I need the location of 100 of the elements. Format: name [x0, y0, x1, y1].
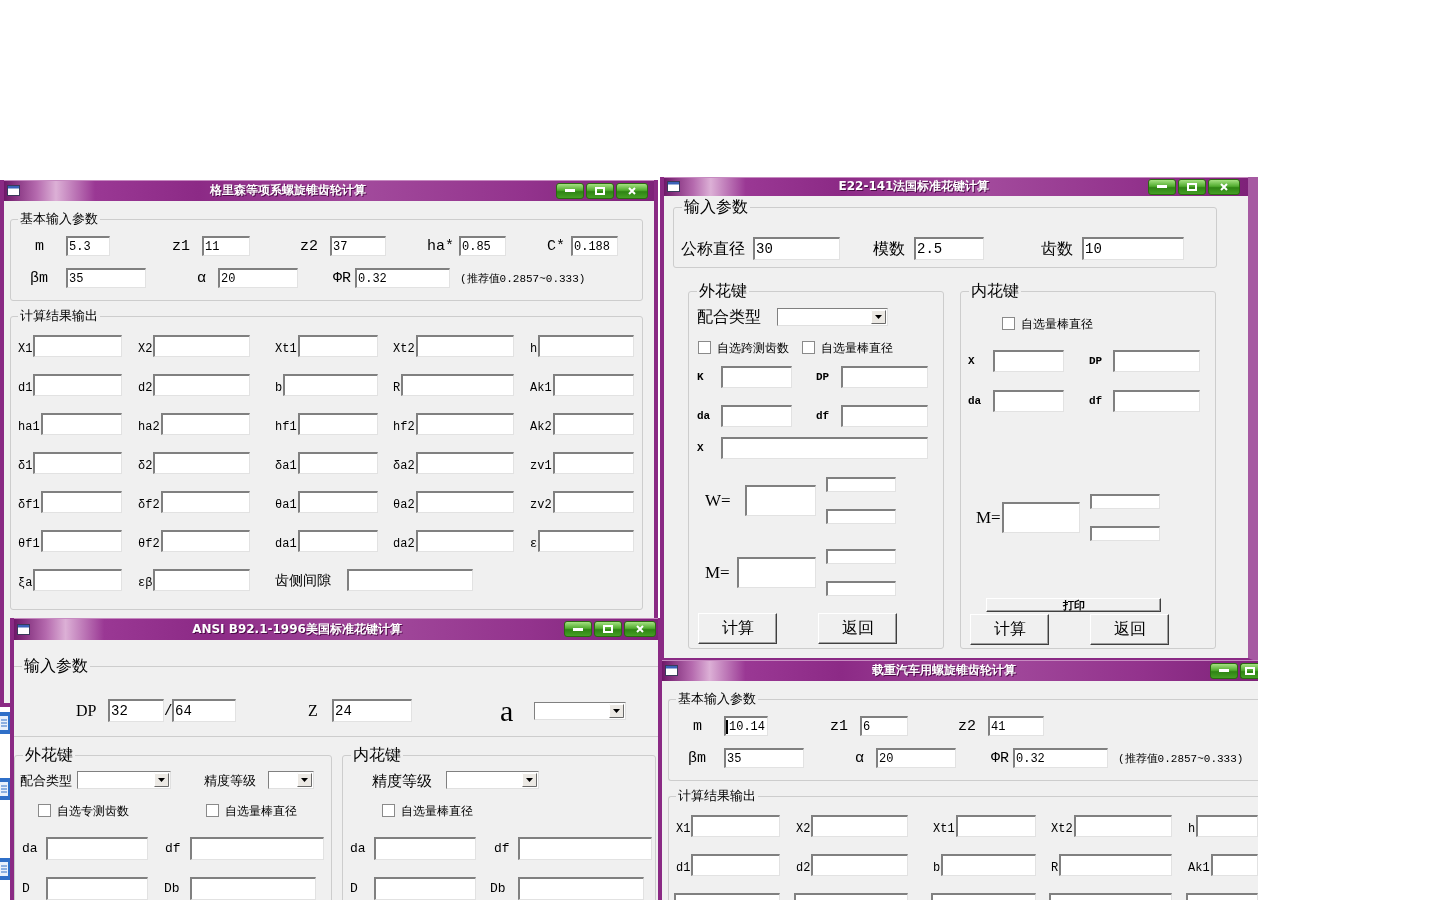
- input-field[interactable]: 0.32: [1013, 748, 1108, 768]
- input-field[interactable]: [160, 530, 250, 552]
- input-field[interactable]: [1002, 502, 1080, 533]
- input-field[interactable]: [46, 877, 148, 900]
- input-field[interactable]: [745, 485, 816, 516]
- input-field[interactable]: [190, 837, 324, 860]
- dropdown[interactable]: [777, 308, 888, 326]
- input-field[interactable]: [153, 569, 250, 591]
- input-field[interactable]: [721, 405, 792, 427]
- maximize-button[interactable]: [1178, 178, 1206, 195]
- back-button[interactable]: 返回: [818, 613, 897, 644]
- minimize-button[interactable]: [556, 182, 584, 199]
- input-field[interactable]: 35: [66, 268, 146, 288]
- input-field[interactable]: 10: [1082, 237, 1184, 260]
- input-field[interactable]: [841, 405, 928, 427]
- input-field[interactable]: [518, 837, 652, 860]
- input-field[interactable]: 11: [202, 236, 250, 256]
- close-button[interactable]: [616, 182, 648, 199]
- input-field[interactable]: [538, 530, 634, 552]
- maximize-button[interactable]: [594, 621, 622, 637]
- close-button[interactable]: [624, 621, 656, 637]
- input-field[interactable]: [415, 413, 514, 435]
- desktop-icon[interactable]: [0, 778, 10, 800]
- dropdown[interactable]: [77, 771, 171, 789]
- input-field[interactable]: [1196, 815, 1258, 837]
- minimize-button[interactable]: [1148, 178, 1176, 195]
- input-field[interactable]: [415, 452, 514, 474]
- input-field[interactable]: [841, 366, 928, 388]
- input-field[interactable]: [283, 374, 378, 396]
- input-field[interactable]: [691, 815, 780, 837]
- back-button[interactable]: 返回: [1090, 614, 1169, 645]
- input-field[interactable]: [691, 854, 780, 876]
- input-field[interactable]: [415, 335, 514, 357]
- input-field[interactable]: [415, 491, 514, 513]
- input-field[interactable]: [811, 854, 908, 876]
- input-field[interactable]: [1113, 350, 1200, 372]
- input-field[interactable]: [721, 437, 928, 459]
- checkbox[interactable]: [206, 804, 219, 817]
- input-field[interactable]: [297, 491, 378, 513]
- close-button[interactable]: [1208, 178, 1240, 195]
- maximize-button[interactable]: [1240, 662, 1258, 679]
- input-field[interactable]: [33, 569, 122, 591]
- input-field[interactable]: [347, 569, 473, 591]
- input-field[interactable]: [1113, 390, 1200, 412]
- input-field[interactable]: [297, 452, 378, 474]
- input-field[interactable]: [297, 335, 378, 357]
- input-field[interactable]: [552, 491, 634, 513]
- input-field[interactable]: [153, 452, 250, 474]
- input-field[interactable]: 0.32: [355, 268, 450, 288]
- input-field[interactable]: [46, 837, 148, 860]
- input-field[interactable]: [552, 452, 634, 474]
- input-field[interactable]: [1059, 854, 1172, 876]
- desktop-icon[interactable]: [0, 858, 10, 880]
- input-field[interactable]: [40, 491, 122, 513]
- calculate-button[interactable]: 计算: [970, 614, 1049, 645]
- input-field[interactable]: [374, 877, 476, 900]
- input-field[interactable]: [297, 530, 378, 552]
- input-field[interactable]: 64: [172, 699, 236, 722]
- input-field[interactable]: 10.14: [724, 716, 768, 736]
- checkbox[interactable]: [382, 804, 395, 817]
- input-field[interactable]: 32: [108, 699, 164, 722]
- input-field[interactable]: [826, 477, 896, 492]
- input-field[interactable]: [33, 374, 122, 396]
- input-field[interactable]: [415, 530, 514, 552]
- checkbox[interactable]: [1002, 317, 1015, 330]
- minimize-button[interactable]: [1210, 662, 1238, 679]
- input-field[interactable]: 35: [724, 748, 804, 768]
- dropdown[interactable]: [534, 701, 626, 720]
- input-field[interactable]: 5.3: [66, 236, 110, 256]
- input-field[interactable]: [153, 335, 250, 357]
- input-field[interactable]: 20: [218, 268, 298, 288]
- input-field[interactable]: [552, 413, 634, 435]
- input-field[interactable]: [737, 557, 816, 588]
- input-field[interactable]: 0.85: [459, 236, 506, 256]
- input-field[interactable]: [811, 815, 908, 837]
- input-field[interactable]: 24: [332, 699, 412, 722]
- minimize-button[interactable]: [564, 621, 592, 637]
- input-field[interactable]: 20: [876, 748, 956, 768]
- input-field[interactable]: 41: [988, 716, 1044, 736]
- print-button[interactable]: 打印: [986, 598, 1161, 612]
- input-field[interactable]: [160, 413, 250, 435]
- input-field[interactable]: [1210, 854, 1258, 876]
- input-field[interactable]: [826, 509, 896, 524]
- input-field[interactable]: [190, 877, 316, 900]
- input-field[interactable]: [552, 374, 634, 396]
- checkbox[interactable]: [802, 341, 815, 354]
- input-field[interactable]: 6: [860, 716, 908, 736]
- input-field[interactable]: [297, 413, 378, 435]
- input-field[interactable]: [374, 837, 476, 860]
- input-field[interactable]: [993, 390, 1064, 412]
- input-field[interactable]: [955, 815, 1036, 837]
- checkbox[interactable]: [698, 341, 711, 354]
- input-field[interactable]: [40, 530, 122, 552]
- desktop-icon[interactable]: [0, 712, 10, 734]
- input-field[interactable]: 37: [330, 236, 386, 256]
- input-field[interactable]: [33, 452, 122, 474]
- input-field[interactable]: [153, 374, 250, 396]
- input-field[interactable]: [941, 854, 1036, 876]
- checkbox[interactable]: [38, 804, 51, 817]
- calculate-button[interactable]: 计算: [698, 613, 777, 644]
